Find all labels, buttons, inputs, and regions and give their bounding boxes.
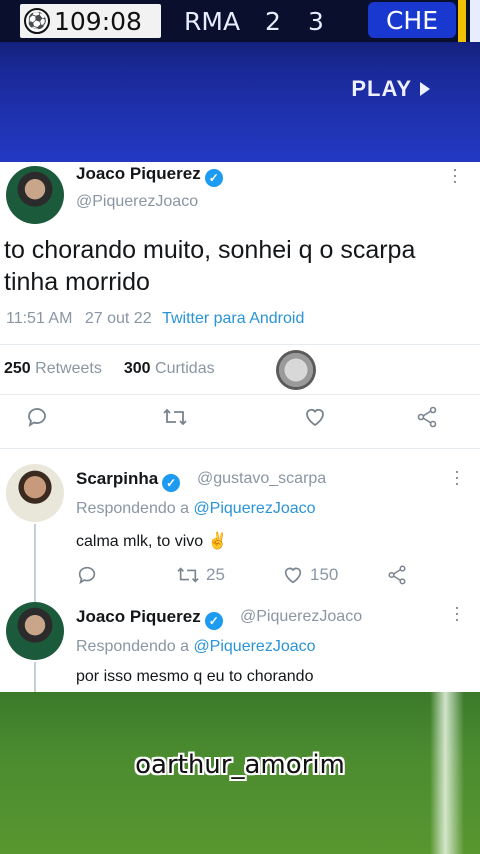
reply-author-handle[interactable]: @PiquerezJoaco [240, 608, 362, 626]
divider [0, 344, 480, 345]
avatar[interactable] [6, 464, 64, 522]
more-options-icon[interactable]: · · · [452, 462, 462, 492]
more-options-icon[interactable]: · · · [452, 598, 462, 628]
play-icon [420, 82, 430, 96]
thread-line [34, 524, 36, 608]
reply-text: calma mlk, to vivo ✌ [76, 533, 228, 550]
likes-stat[interactable]: 300 Curtidas [124, 360, 215, 378]
reply-author-name[interactable]: Scarpinha ✓ [76, 469, 181, 492]
retweet-icon[interactable] [160, 402, 190, 432]
replying-to: Respondendo a @PiquerezJoaco [76, 638, 316, 655]
team-color-stripe-white [470, 0, 480, 42]
reply-author-handle[interactable]: @gustavo_scarpa [197, 470, 326, 488]
avatar[interactable] [6, 166, 64, 224]
reply-retweet-count: 25 [206, 565, 225, 584]
away-team: CHE [368, 2, 456, 38]
tweet-source-link[interactable]: Twitter para Android [162, 310, 304, 327]
tweet-author-name[interactable]: Joaco Piquerez ✓ [76, 164, 223, 187]
retweets-stat[interactable]: 250 Retweets [4, 360, 102, 378]
verified-icon: ✓ [162, 474, 181, 492]
replying-to-link[interactable]: @PiquerezJoaco [193, 638, 315, 655]
reply-icon[interactable] [22, 402, 52, 432]
tweet-stats: 250 Retweets 300 Curtidas [4, 360, 215, 378]
score-line: RMA 2 3 [170, 4, 334, 38]
tweet-actions [0, 402, 480, 438]
home-score: 2 [265, 6, 281, 36]
sticker-overlay [276, 350, 316, 390]
share-icon[interactable] [412, 402, 442, 432]
play-button[interactable]: PLAY [351, 76, 430, 102]
tweet-meta: 11:51 AM 27 out 22 Twitter para Android [6, 310, 304, 328]
more-options-icon[interactable]: · · · [450, 160, 460, 190]
clock-time: 109:08 [54, 6, 142, 36]
replying-to: Respondendo a @PiquerezJoaco [76, 500, 316, 517]
divider [0, 394, 480, 395]
replying-to-link[interactable]: @PiquerezJoaco [193, 500, 315, 517]
reply-author-name[interactable]: Joaco Piquerez ✓ [76, 607, 223, 630]
verified-icon: ✓ [204, 169, 223, 187]
tweet-author-handle[interactable]: @PiquerezJoaco [76, 193, 198, 211]
scoreboard: ⚽ 109:08 RMA 2 3 CHE [0, 0, 480, 42]
watermark-text: oarthur_amorim [135, 750, 345, 780]
play-label: PLAY [351, 76, 412, 101]
team-color-stripe [458, 0, 466, 42]
tweet-text: to chorando muito, sonhei q o scarpa tin… [4, 236, 416, 296]
like-icon[interactable] [282, 564, 304, 591]
home-team: RMA [184, 6, 241, 36]
video-footer: oarthur_amorim [0, 692, 480, 854]
away-score: 3 [308, 6, 324, 36]
avatar[interactable] [6, 602, 64, 660]
tweet-date: 27 out 22 [84, 310, 152, 327]
match-clock: ⚽ 109:08 [20, 4, 161, 38]
divider [0, 448, 480, 449]
reply-like-count: 150 [310, 565, 339, 584]
share-icon[interactable] [386, 564, 408, 591]
verified-icon: ✓ [204, 612, 223, 630]
video-banner: ⚽ 109:08 RMA 2 3 CHE PLAY [0, 0, 480, 162]
tweet-screenshot: Joaco Piquerez ✓ @PiquerezJoaco · · · to ch… [0, 160, 480, 692]
football-icon: ⚽ [24, 8, 50, 34]
tweet-time: 11:51 AM [6, 310, 73, 327]
retweet-icon[interactable] [176, 564, 200, 591]
thread-line [34, 662, 36, 692]
like-icon[interactable] [300, 402, 330, 432]
reply-text: por isso mesmo q eu to chorando [76, 668, 314, 685]
reply-icon[interactable] [76, 564, 98, 591]
